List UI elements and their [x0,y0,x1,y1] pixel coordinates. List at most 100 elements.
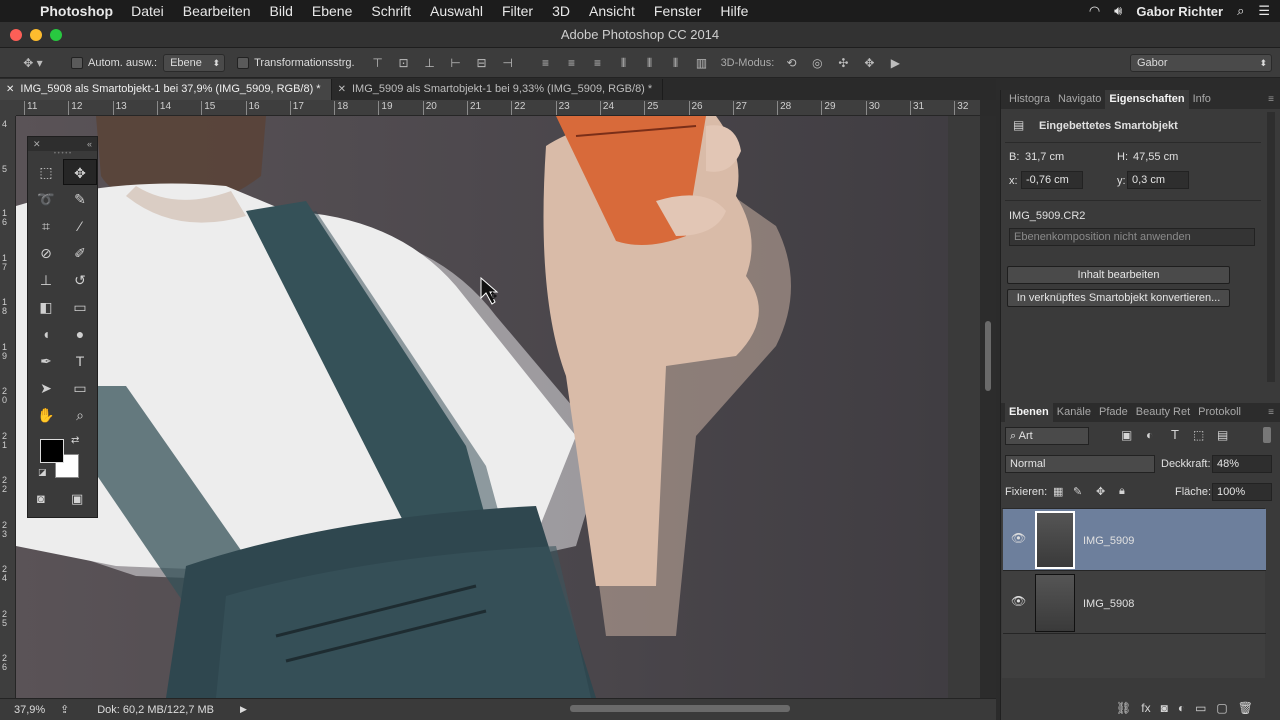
tab-paths[interactable]: Pfade [1095,403,1132,422]
layer-filter-select[interactable]: ⌕ Art [1005,427,1089,445]
menu-app[interactable]: Photoshop [40,3,113,19]
visibility-eye-icon[interactable]: 👁︎ [1011,594,1026,608]
distribute-hcenter-icon[interactable]: ⦀ [642,56,658,70]
adjustment-layer-icon[interactable]: ◐ [1178,701,1185,715]
healing-brush-tool-icon[interactable]: ⊘ [29,240,63,266]
move-tool-preset-icon[interactable]: ✥ ▾ [18,56,48,70]
layer-name[interactable]: IMG_5908 [1083,598,1134,610]
3d-drag-icon[interactable]: ✣ [835,56,851,70]
delete-layer-icon[interactable]: 🗑︎ [1238,701,1253,715]
edit-contents-button[interactable]: Inhalt bearbeiten [1007,266,1230,284]
zoom-window-button[interactable] [50,29,62,41]
distribute-top-icon[interactable]: ≡ [538,56,554,70]
height-value[interactable]: 47,55 cm [1133,151,1178,163]
document-canvas[interactable]: ✥ [16,116,980,698]
marquee-tool-icon[interactable]: ⬚ [29,159,63,185]
panel-menu-icon[interactable]: ≡ [1268,94,1274,105]
align-vcenter-icon[interactable]: ⊡ [396,56,412,70]
tab-info[interactable]: Info [1189,90,1215,109]
vertical-scroll-thumb[interactable] [985,321,991,391]
layer-name[interactable]: IMG_5909 [1083,535,1134,547]
stamp-tool-icon[interactable]: ⊥ [29,267,63,293]
ruler-corner[interactable] [0,100,16,116]
filter-toggle-icon[interactable] [1263,427,1271,443]
wifi-icon[interactable]: ◠ [1089,3,1100,19]
align-top-icon[interactable]: ⊤ [370,56,386,70]
zoom-tool-icon[interactable]: ⌕ [63,402,97,428]
filter-type-icon[interactable]: T [1171,427,1179,442]
close-tab-icon[interactable]: ✕ [338,84,346,95]
close-window-button[interactable] [10,29,22,41]
filter-shape-icon[interactable]: ⬚ [1193,428,1204,442]
add-mask-icon[interactable]: ◙ [1161,701,1168,715]
zoom-level[interactable]: 37,9% [14,704,60,716]
path-select-tool-icon[interactable]: ➤ [29,375,63,401]
new-group-icon[interactable]: ▭ [1195,701,1206,715]
lasso-tool-icon[interactable]: ➰ [29,186,63,212]
tab-img-5909[interactable]: ✕ IMG_5909 als Smartobjekt-1 bei 9,33% (I… [332,79,664,100]
filter-adjustment-icon[interactable]: ◐ [1146,428,1153,442]
quick-select-tool-icon[interactable]: ✎ [63,186,97,212]
lock-image-icon[interactable]: ✎ [1073,485,1082,498]
close-panel-icon[interactable]: ✕ [33,137,41,151]
blend-mode-select[interactable]: Normal [1005,455,1155,473]
lock-position-icon[interactable]: ✥ [1096,485,1105,498]
share-icon[interactable]: ⇪ [60,703,69,716]
minimize-window-button[interactable] [30,29,42,41]
type-tool-icon[interactable]: T [63,348,97,374]
y-position-input[interactable]: 0,3 cm [1127,171,1189,189]
convert-to-linked-button[interactable]: In verknüpftes Smartobjekt konvertieren.… [1007,289,1230,307]
auto-select-dropdown[interactable]: Ebene [163,53,226,72]
tab-properties[interactable]: Eigenschaften [1105,90,1189,109]
align-left-icon[interactable]: ⊢ [448,56,464,70]
distribute-left-icon[interactable]: ⦀ [616,56,632,70]
3d-rotate-icon[interactable]: ⟲ [783,56,799,70]
3d-slide-icon[interactable]: ✥ [861,56,877,70]
swap-colors-icon[interactable]: ⇄ [71,435,79,446]
shape-tool-icon[interactable]: ▭ [63,375,97,401]
pen-tool-icon[interactable]: ✒ [29,348,63,374]
status-menu-icon[interactable]: ▶ [240,704,247,715]
opacity-input[interactable]: 48% [1212,455,1272,473]
lock-transparent-icon[interactable]: ▦ [1053,485,1063,498]
crop-tool-icon[interactable]: ⌗ [29,213,63,239]
menu-filter[interactable]: Filter [502,3,533,19]
link-layers-icon[interactable]: ⛓︎ [1116,701,1131,715]
tab-beauty-retouch[interactable]: Beauty Ret [1132,403,1194,422]
menu-datei[interactable]: Datei [131,3,164,19]
screen-mode-icon[interactable]: ▣ [71,491,83,507]
close-tab-icon[interactable]: ✕ [6,84,14,95]
volume-icon[interactable]: 🔊︎ [1114,3,1122,19]
move-tool-icon[interactable]: ✥ [63,159,97,185]
layer-comp-select[interactable]: Ebenenkomposition nicht anwenden [1009,228,1255,246]
width-value[interactable]: 31,7 cm [1025,151,1064,163]
vertical-scrollbar[interactable] [980,116,996,698]
tab-channels[interactable]: Kanäle [1053,403,1095,422]
align-right-icon[interactable]: ⊣ [500,56,516,70]
visibility-eye-icon[interactable]: 👁︎ [1011,531,1026,545]
blur-tool-icon[interactable]: ◖ [29,321,63,347]
dodge-tool-icon[interactable]: ● [63,321,97,347]
layer-row-img-5908[interactable]: 👁︎ IMG_5908 [1003,572,1266,634]
horizontal-ruler[interactable]: 11 12 13 14 15 16 17 18 19 20 21 22 23 24 25 26 27 28 29 30… [16,100,980,116]
properties-scrollbar[interactable] [1267,112,1275,382]
lock-all-icon[interactable]: 🔒︎ [1119,485,1125,498]
history-brush-tool-icon[interactable]: ↺ [63,267,97,293]
horizontal-scroll-thumb[interactable] [570,705,790,712]
layer-row-img-5909[interactable]: 👁︎ IMG_5909 [1003,509,1266,571]
auto-select-checkbox[interactable] [71,56,83,69]
fill-input[interactable]: 100% [1212,483,1272,501]
layer-style-icon[interactable]: fx [1141,701,1150,715]
menu-ansicht[interactable]: Ansicht [589,3,635,19]
x-position-input[interactable]: -0,76 cm [1021,171,1083,189]
transform-controls-checkbox[interactable] [237,56,250,69]
eyedropper-tool-icon[interactable]: ⁄ [63,213,97,239]
menu-hilfe[interactable]: Hilfe [720,3,748,19]
default-colors-icon[interactable]: ◪ [38,467,47,478]
hand-tool-icon[interactable]: ✋ [29,402,63,428]
tab-history[interactable]: Protokoll [1194,403,1245,422]
menu-bild[interactable]: Bild [270,3,293,19]
align-hcenter-icon[interactable]: ⊟ [474,56,490,70]
distribute-vcenter-icon[interactable]: ≡ [564,56,580,70]
panel-menu-icon[interactable]: ≡ [1268,407,1274,418]
